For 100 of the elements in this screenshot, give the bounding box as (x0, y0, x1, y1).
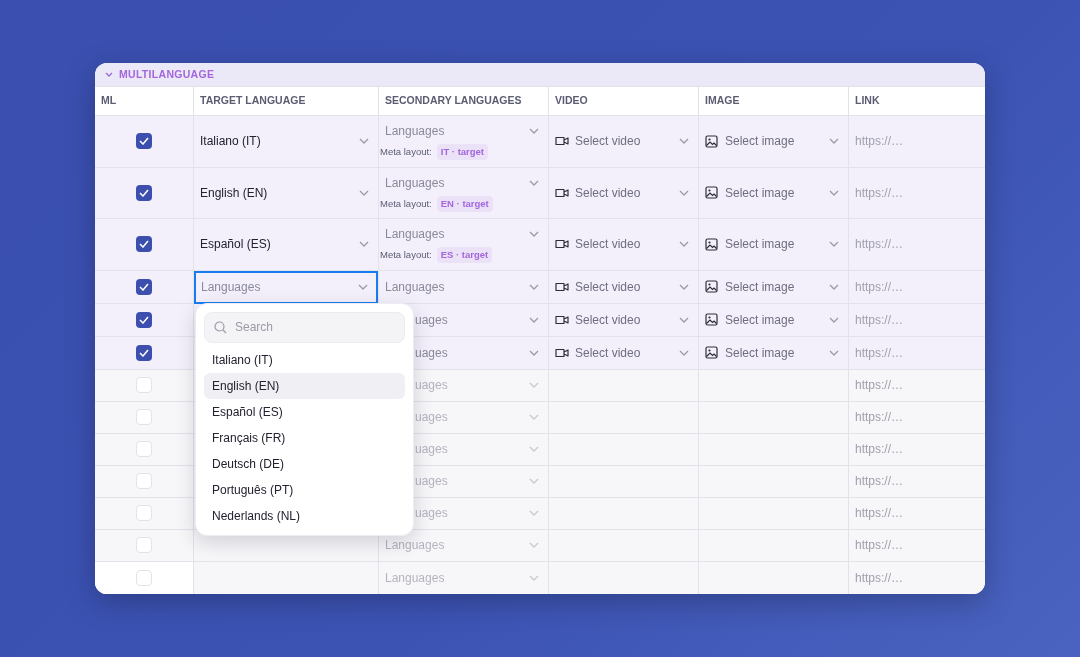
meta-layout-tag: ES · target (436, 247, 493, 264)
target-language-select[interactable]: Español (ES) (194, 219, 378, 270)
link-field[interactable]: https://… (855, 568, 904, 587)
video-select[interactable]: Select video (555, 132, 692, 151)
chevron-down-icon (679, 316, 689, 323)
checkbox[interactable] (136, 569, 152, 586)
video-camera-icon (555, 239, 569, 250)
checkbox[interactable] (136, 537, 152, 553)
chevron-down-icon (529, 478, 539, 484)
meta-layout-tag: IT · target (436, 144, 489, 161)
video-select[interactable]: Select video (555, 183, 692, 202)
chevron-down-icon (679, 189, 689, 196)
link-field[interactable]: https://… (855, 310, 904, 329)
meta-layout-label: Meta layout: (380, 248, 432, 263)
chevron-down-icon (679, 241, 689, 248)
image-icon (705, 346, 718, 359)
link-field[interactable]: https://… (855, 183, 904, 202)
column-header: SECONDARY LANGUAGES (379, 87, 549, 115)
chevron-down-icon (529, 283, 539, 290)
chevron-down-icon[interactable] (105, 72, 113, 77)
chevron-down-icon (529, 414, 539, 420)
checkbox[interactable] (136, 377, 152, 393)
chevron-down-icon (829, 349, 839, 356)
link-field[interactable]: https://… (855, 277, 904, 296)
checkbox[interactable] (136, 409, 152, 425)
secondary-languages-select[interactable]: Languages (385, 122, 542, 141)
column-header: LINK (854, 93, 881, 109)
checkmark-icon (139, 137, 149, 146)
chevron-down-icon (529, 446, 539, 452)
link-field[interactable]: https://… (855, 536, 904, 554)
image-select[interactable]: Select image (705, 235, 842, 254)
section-header[interactable]: MULTILANGUAGE (95, 63, 985, 87)
link-field[interactable]: https://… (855, 376, 904, 394)
secondary-languages-select[interactable]: Languages (385, 536, 542, 554)
chevron-down-icon (829, 189, 839, 196)
image-select[interactable]: Select image (705, 310, 842, 329)
image-icon (705, 237, 718, 251)
chevron-down-icon (529, 316, 539, 323)
chevron-down-icon (359, 189, 369, 196)
link-field[interactable]: https://… (855, 343, 904, 362)
target-language-select[interactable]: Italiano (IT) (194, 116, 378, 167)
checkmark-icon (139, 188, 149, 197)
image-icon (705, 280, 718, 293)
video-select[interactable]: Select video (555, 235, 692, 254)
checkbox[interactable] (136, 344, 152, 361)
section-title: MULTILANGUAGE (119, 66, 215, 82)
checkmark-icon (139, 240, 149, 249)
column-header: ML (95, 87, 194, 115)
checkbox[interactable] (136, 441, 152, 457)
video-select[interactable]: Select video (555, 310, 692, 329)
search-field[interactable]: Search (204, 311, 405, 343)
image-icon (705, 134, 718, 148)
chevron-down-icon (829, 316, 839, 323)
chevron-down-icon (829, 241, 839, 248)
chevron-down-icon (529, 128, 539, 135)
video-select[interactable]: Select video (555, 343, 692, 362)
link-field[interactable]: https://… (855, 504, 904, 522)
checkbox[interactable] (136, 473, 152, 489)
secondary-languages-select[interactable]: Languages (385, 173, 542, 192)
search-icon (214, 320, 227, 334)
chevron-down-icon (358, 284, 368, 290)
secondary-languages-select[interactable]: Languages (385, 277, 542, 296)
chevron-down-icon (679, 283, 689, 290)
chevron-down-icon (529, 231, 539, 238)
link-field[interactable]: https://… (855, 235, 904, 254)
checkbox[interactable] (136, 133, 152, 150)
chevron-down-icon (359, 138, 369, 145)
video-camera-icon (555, 347, 569, 358)
target-language-select[interactable]: English (EN) (194, 167, 378, 218)
checkbox[interactable] (136, 278, 152, 295)
video-camera-icon (555, 187, 569, 198)
video-select[interactable]: Select video (555, 277, 692, 296)
chevron-down-icon (529, 574, 539, 581)
secondary-languages-select[interactable]: Languages (385, 225, 542, 244)
meta-layout-tag: EN · target (436, 195, 493, 212)
link-field[interactable]: https://… (855, 472, 904, 490)
video-camera-icon (555, 314, 569, 325)
chevron-down-icon (529, 542, 539, 548)
checkbox[interactable] (136, 236, 152, 253)
image-select[interactable]: Select image (705, 343, 842, 362)
link-field[interactable]: https://… (855, 408, 904, 426)
checkmark-icon (139, 348, 149, 357)
chevron-down-icon (529, 382, 539, 388)
link-field[interactable]: https://… (855, 132, 904, 151)
meta-layout-label: Meta layout: (380, 196, 432, 211)
meta-layout-label: Meta layout: (380, 145, 432, 160)
link-field[interactable]: https://… (855, 440, 904, 458)
secondary-languages-select[interactable]: Languages (385, 568, 542, 587)
chevron-down-icon (679, 138, 689, 145)
video-camera-icon (555, 281, 569, 292)
chevron-down-icon (679, 349, 689, 356)
checkbox[interactable] (136, 505, 152, 521)
image-select[interactable]: Select image (705, 277, 842, 296)
checkbox[interactable] (136, 311, 152, 328)
image-select[interactable]: Select image (705, 183, 842, 202)
checkbox[interactable] (136, 184, 152, 201)
language-option[interactable]: English (EN) (204, 372, 405, 399)
chevron-down-icon (829, 138, 839, 145)
image-select[interactable]: Select image (705, 132, 842, 151)
chevron-down-icon (359, 241, 369, 248)
